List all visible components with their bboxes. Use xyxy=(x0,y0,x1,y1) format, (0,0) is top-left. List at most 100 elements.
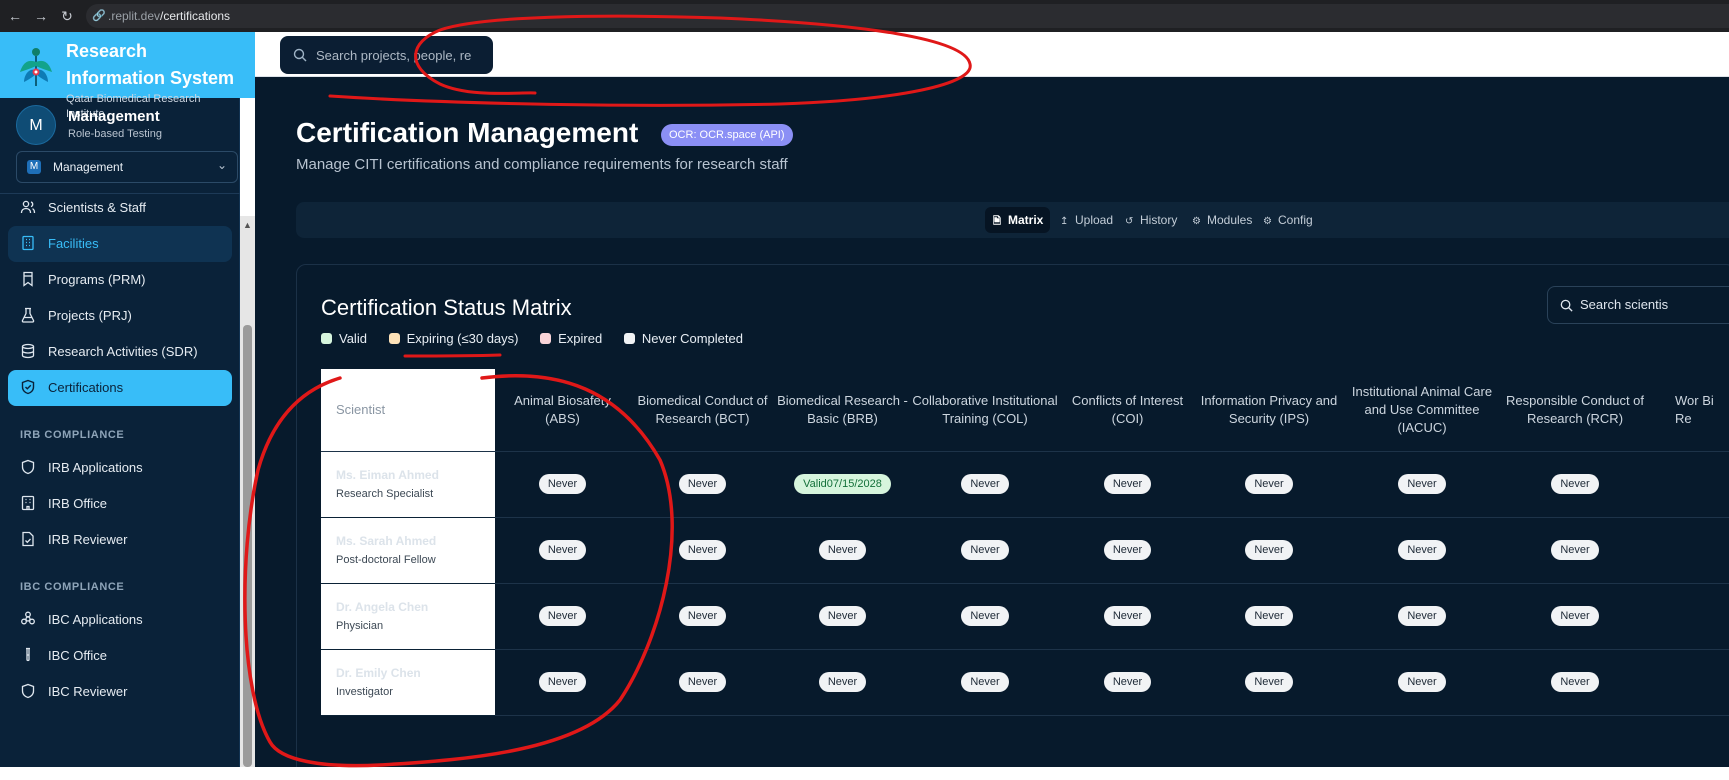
status-badge[interactable]: Never xyxy=(1103,474,1152,494)
tab-modules[interactable]: ⚙ Modules xyxy=(1184,207,1256,233)
table-header-row: Scientist Animal Biosafety (ABS) Biomedi… xyxy=(321,369,1729,452)
sidebar-item-facilities[interactable]: Facilities xyxy=(8,226,232,262)
status-label: Never xyxy=(1254,676,1284,688)
status-badge[interactable]: Never xyxy=(678,672,727,692)
status-badge[interactable]: Never xyxy=(961,474,1009,494)
status-badge[interactable]: Never xyxy=(818,606,867,626)
gear-icon: ⚙ xyxy=(1263,216,1272,227)
sidebar-item-scientists[interactable]: Scientists & Staff xyxy=(8,190,232,226)
status-badge[interactable]: Never xyxy=(678,540,727,560)
sidebar-item-projects[interactable]: Projects (PRJ) xyxy=(8,298,232,334)
status-badge[interactable]: Never xyxy=(818,672,867,692)
scientist-cell[interactable]: Dr. Angela Chen Physician xyxy=(321,583,495,650)
status-badge[interactable]: Never xyxy=(1103,672,1152,692)
sidebar-item-ibc-applications[interactable]: IBC Applications xyxy=(8,602,232,638)
status-badge[interactable]: Never xyxy=(1103,540,1152,560)
section-header-ibc: IBC COMPLIANCE xyxy=(20,581,125,593)
status-badge[interactable]: Never xyxy=(1551,606,1599,626)
status-badge[interactable]: Never xyxy=(1551,540,1599,560)
sidebar-item-certifications[interactable]: Certifications xyxy=(8,370,232,406)
sidebar-item-research-activities[interactable]: Research Activities (SDR) xyxy=(8,334,232,370)
status-badge[interactable]: Never xyxy=(678,606,727,626)
legend-swatch xyxy=(388,333,400,344)
column-header: Wor Bi Re xyxy=(1649,369,1729,452)
forward-icon[interactable]: → xyxy=(32,7,50,25)
tab-config[interactable]: ⚙ Config xyxy=(1255,207,1319,233)
status-cell: Never xyxy=(1343,583,1501,650)
status-badge[interactable]: Never xyxy=(1245,606,1293,626)
scientist-search-input[interactable] xyxy=(1580,297,1729,312)
status-badge[interactable]: Never xyxy=(1398,606,1446,626)
building-icon xyxy=(22,235,34,251)
status-badge[interactable]: Never xyxy=(961,672,1009,692)
reload-icon[interactable]: ↻ xyxy=(58,7,76,25)
biohazard-icon xyxy=(21,611,35,625)
status-badge[interactable]: Never xyxy=(678,474,727,494)
sidebar-item-programs[interactable]: Programs (PRM) xyxy=(8,262,232,298)
global-search[interactable] xyxy=(280,36,493,74)
gear-icon: ⚙ xyxy=(1192,216,1201,227)
status-badge[interactable]: Never xyxy=(1551,474,1599,494)
scroll-up-icon[interactable]: ▲ xyxy=(243,220,252,230)
status-badge[interactable]: Never xyxy=(538,474,587,494)
role-select[interactable]: M Management ⌄ xyxy=(16,151,238,183)
certification-matrix-card: Certification Status Matrix Valid Expiri… xyxy=(296,264,1729,767)
status-badge[interactable]: Never xyxy=(1245,672,1293,692)
sidebar-item-irb-office[interactable]: IRB Office xyxy=(8,486,232,522)
scientist-name: Ms. Sarah Ahmed xyxy=(336,534,437,548)
sidebar-item-irb-reviewer[interactable]: IRB Reviewer xyxy=(8,522,232,558)
role-badge: M xyxy=(27,160,41,174)
sidebar-item-irb-applications[interactable]: IRB Applications xyxy=(8,450,232,486)
status-badge[interactable]: Never xyxy=(1551,672,1599,692)
tab-history[interactable]: ↺ History xyxy=(1117,207,1183,233)
search-input[interactable] xyxy=(316,46,488,64)
status-badge[interactable]: Never xyxy=(538,606,587,626)
status-cell: Never xyxy=(910,649,1060,716)
sidebar-item-ibc-reviewer[interactable]: IBC Reviewer xyxy=(8,674,232,710)
sidebar-item-ibc-office[interactable]: IBC Office xyxy=(8,638,232,674)
table-row: Ms. Sarah Ahmed Post-doctoral Fellow Never… xyxy=(321,517,1729,584)
scientist-cell[interactable]: Dr. Emily Chen Investigator xyxy=(321,649,495,716)
back-icon[interactable]: ← xyxy=(6,7,24,25)
status-label: Never xyxy=(1560,478,1590,490)
tab-upload[interactable]: ↥ Upload xyxy=(1052,207,1116,233)
avatar[interactable]: M xyxy=(16,105,56,145)
tab-matrix[interactable]: 🗎 Matrix xyxy=(985,207,1050,233)
scientist-search[interactable] xyxy=(1547,286,1729,324)
status-badge[interactable]: Never xyxy=(538,672,587,692)
status-badge[interactable]: Never xyxy=(961,606,1009,626)
ocr-badge: OCR: OCR.space (API) xyxy=(661,124,793,146)
column-header-scientist: Scientist xyxy=(321,369,495,452)
sidebar-item-label: IRB Reviewer xyxy=(48,532,128,547)
status-badge[interactable]: Never xyxy=(961,540,1009,560)
scientist-title: Physician xyxy=(336,620,384,632)
status-cell: Never xyxy=(1195,649,1343,716)
scientist-title: Research Specialist xyxy=(336,488,434,500)
status-cell xyxy=(1649,649,1729,716)
status-badge[interactable]: Never xyxy=(1245,474,1293,494)
sidebar-item-label: Scientists & Staff xyxy=(48,200,147,215)
scientist-cell[interactable]: Ms. Sarah Ahmed Post-doctoral Fellow xyxy=(321,517,495,584)
status-cell: Never xyxy=(1060,517,1195,584)
scientist-cell[interactable]: Ms. Eiman Ahmed Research Specialist xyxy=(321,451,495,518)
status-badge[interactable]: Never xyxy=(818,540,867,560)
status-badge[interactable]: Never xyxy=(1398,672,1446,692)
status-label: Never xyxy=(1112,676,1143,688)
status-badge[interactable]: Never xyxy=(538,540,587,560)
status-cell: Never xyxy=(495,451,630,518)
status-label: Never xyxy=(970,610,1000,622)
sidebar-item-label: IBC Reviewer xyxy=(48,684,128,699)
status-badge[interactable]: Never xyxy=(1103,606,1152,626)
status-badge[interactable]: Never xyxy=(1398,540,1446,560)
status-badge[interactable]: Never xyxy=(1245,540,1293,560)
address-bar[interactable]: 🔗 .replit.dev/certifications xyxy=(86,4,1729,28)
status-cell: Never xyxy=(1060,451,1195,518)
status-badge[interactable]: Never xyxy=(1398,474,1446,494)
logo-icon xyxy=(20,48,52,86)
users-icon xyxy=(20,200,36,214)
status-cell: Never xyxy=(630,517,775,584)
sidebar-scrollbar-thumb[interactable] xyxy=(243,325,252,767)
legend-swatch xyxy=(540,333,552,344)
status-badge[interactable]: Valid07/15/2028 xyxy=(794,474,891,494)
status-label: Never xyxy=(687,478,718,490)
